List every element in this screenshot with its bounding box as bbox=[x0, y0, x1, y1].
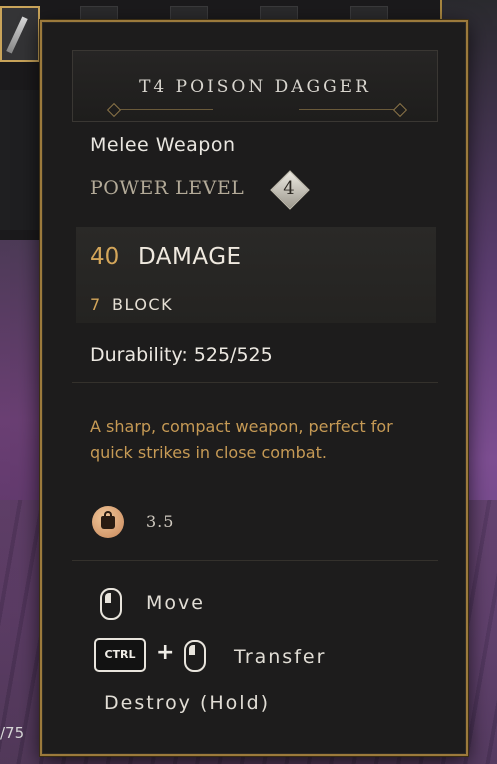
divider bbox=[72, 382, 438, 383]
power-level-value: 4 bbox=[283, 178, 295, 199]
weight-value: 3.5 bbox=[146, 512, 175, 531]
block-label: BLOCK bbox=[112, 295, 174, 314]
damage-label: DAMAGE bbox=[138, 244, 242, 270]
title-ornament-line bbox=[113, 109, 213, 110]
transfer-action-label[interactable]: Transfer bbox=[234, 646, 326, 668]
power-level-badge: 4 bbox=[270, 170, 310, 210]
title-ornament-line bbox=[299, 109, 399, 110]
mouse-left-click-icon bbox=[184, 640, 206, 672]
ctrl-key-icon: CTRL bbox=[94, 638, 146, 672]
item-description: A sharp, compact weapon, perfect for qui… bbox=[90, 417, 393, 462]
capacity-counter: /75 bbox=[0, 724, 25, 742]
block-value: 7 bbox=[90, 295, 101, 314]
kettlebell-icon bbox=[92, 506, 124, 538]
power-level-label: POWER LEVEL bbox=[90, 177, 245, 199]
title-plate: T4 POISON DAGGER bbox=[72, 50, 438, 122]
divider bbox=[72, 560, 438, 561]
inventory-slot-selected[interactable] bbox=[0, 6, 40, 62]
item-type: Melee Weapon bbox=[90, 134, 236, 156]
item-title: T4 POISON DAGGER bbox=[139, 77, 371, 97]
title-ornament-diamond bbox=[392, 102, 408, 118]
mouse-left-click-icon bbox=[100, 588, 122, 620]
stats-panel: 40 DAMAGE 7 BLOCK bbox=[76, 227, 436, 323]
move-action-label[interactable]: Move bbox=[146, 592, 205, 614]
destroy-action-label[interactable]: Destroy (Hold) bbox=[104, 692, 270, 714]
title-ornament-diamond bbox=[106, 102, 122, 118]
damage-value: 40 bbox=[90, 244, 120, 270]
dagger-icon bbox=[6, 16, 28, 54]
durability-text: Durability: 525/525 bbox=[90, 344, 273, 366]
plus-sign: + bbox=[156, 640, 175, 665]
item-tooltip: T4 POISON DAGGER Melee Weapon POWER LEVE… bbox=[40, 20, 468, 756]
